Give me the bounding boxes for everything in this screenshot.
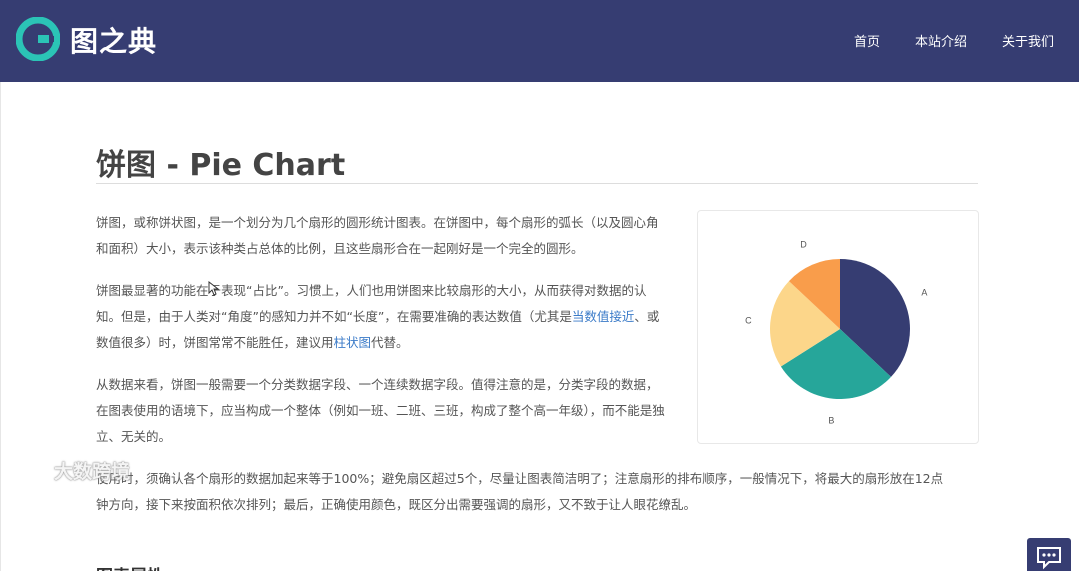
mouse-cursor-icon [208,281,219,296]
section-heading: 图表属性 [96,562,164,571]
pie-label-a: A [921,287,927,297]
pie-chart-card: A B C D [697,210,979,444]
watermark-text: 大数跨境 [54,461,131,483]
link-bar-chart[interactable]: 柱状图 [334,335,372,350]
paragraph-usage: 使用时，须确认各个扇形的数据加起来等于100%；避免扇区超过5个，尽量让图表简洁… [96,471,944,512]
brand-name[interactable]: 图之典 [70,20,157,60]
nav-about-site[interactable]: 本站介绍 [915,31,967,50]
paragraph-data: 从数据来看，饼图一般需要一个分类数据字段、一个连续数据字段。值得注意的是，分类字… [96,377,665,444]
pie-label-d: D [800,240,807,250]
site-header: 图之典 首页 本站介绍 关于我们 [0,0,1079,82]
logo-icon[interactable] [16,17,60,61]
nav-about-us[interactable]: 关于我们 [1002,31,1054,50]
paragraph-function: 饼图最显著的功能在于表现“占比”。习惯上，人们也用饼图来比较扇形的大小，从而获得… [96,278,666,356]
watermark: 大数跨境 [10,457,130,484]
article-content: 饼图，或称饼状图，是一个划分为几个扇形的圆形统计图表。在饼图中，每个扇形的弧长（… [96,210,943,534]
paragraph-definition: 饼图，或称饼状图，是一个划分为几个扇形的圆形统计图表。在饼图中，每个扇形的弧长（… [96,215,659,256]
nav-home[interactable]: 首页 [854,31,880,50]
title-divider [96,183,978,184]
chat-bubble-icon [1037,547,1061,570]
link-close-values[interactable]: 当数值接近 [572,309,635,324]
pie-chart: A B C D [745,240,927,426]
chat-button[interactable] [1027,538,1071,571]
watermark-logo-icon [10,462,49,479]
page-body: 饼图 - Pie Chart 饼图，或称饼状图，是一个划分为几个扇形的圆形统计图… [0,82,1079,571]
paragraph-function-text-3: 代替。 [371,335,409,350]
main-nav: 首页 本站介绍 关于我们 [854,31,1054,50]
page-title: 饼图 - Pie Chart [96,148,346,183]
pie-label-b: B [828,416,834,426]
pie-label-c: C [745,315,752,325]
paragraph-function-text-1: 饼图最显著的功能在于表现“占比”。习惯上，人们也用饼图来比较扇形的大小，从而获得… [96,283,647,324]
